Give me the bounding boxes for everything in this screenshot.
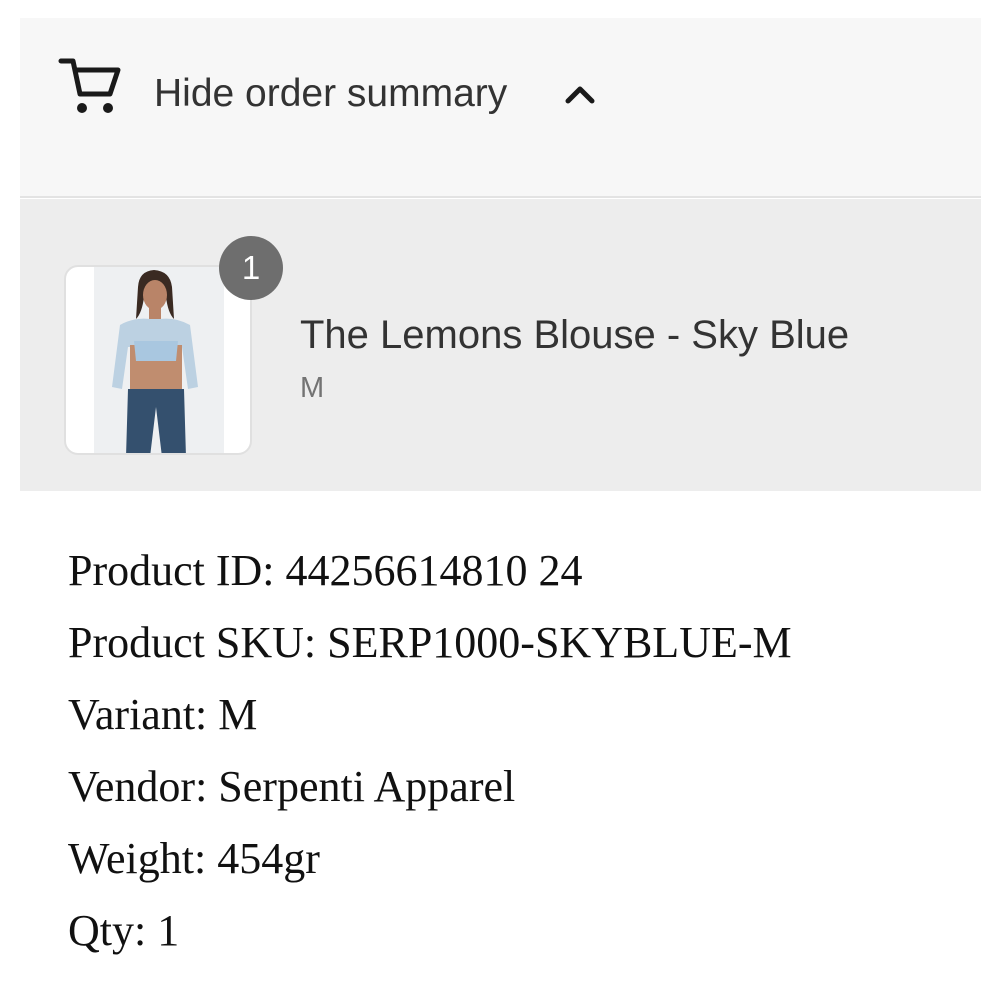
product-sku: Product SKU: SERP1000-SKYBLUE-M [68, 618, 792, 667]
product-weight: Weight: 454gr [68, 834, 320, 883]
chevron-up-icon[interactable] [563, 82, 597, 106]
product-qty: Qty: 1 [68, 906, 180, 955]
product-variant-detail: Variant: M [68, 690, 258, 739]
product-id: Product ID: 44256614810 24 [68, 546, 583, 595]
quantity-badge: 1 [219, 236, 283, 300]
product-name: The Lemons Blouse - Sky Blue [300, 313, 850, 357]
product-thumbnail [64, 265, 252, 455]
product-vendor: Vendor: Serpenti Apparel [68, 762, 516, 811]
cart-icon [58, 58, 121, 113]
product-variant: M [300, 372, 325, 404]
product-photo [94, 267, 224, 453]
product-details: Product ID: 44256614810 24 Product SKU: … [68, 535, 792, 967]
toggle-label[interactable]: Hide order summary [154, 71, 507, 117]
